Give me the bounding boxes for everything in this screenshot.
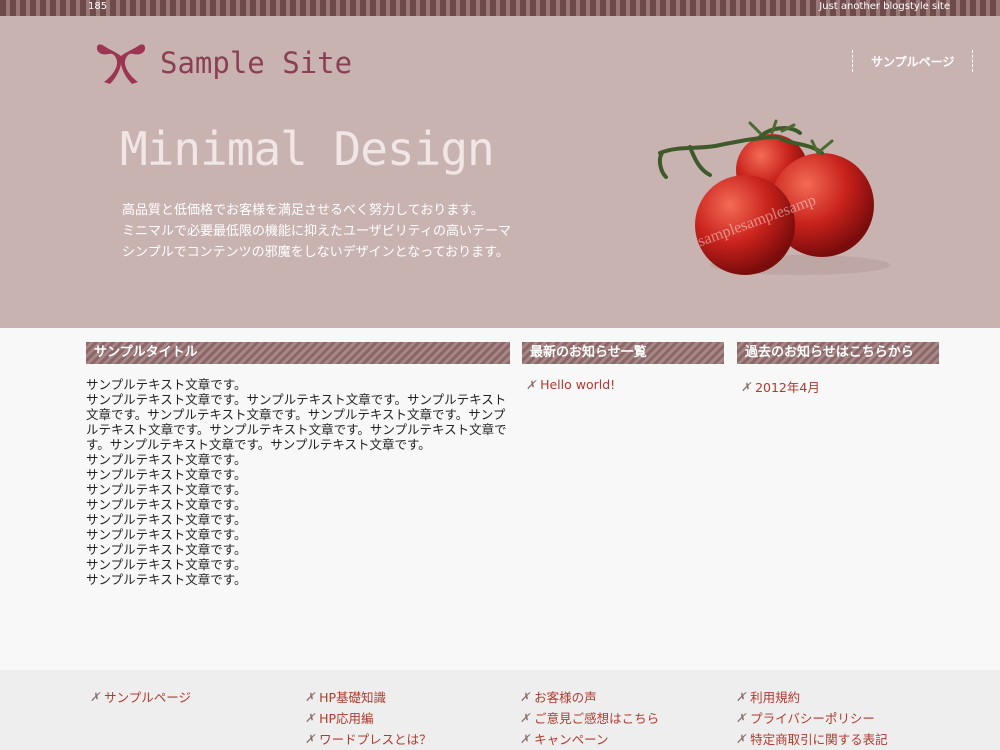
hero-line: ミニマルで必要最低限の機能に抑えたユーザビリティの高いテーマ xyxy=(122,224,511,239)
site-title: Sample Site xyxy=(160,46,353,80)
ribbon-x-icon: ✗ xyxy=(520,710,531,725)
ribbon-x-icon xyxy=(96,44,146,84)
main-body: サンプルテキスト文章です。 サンプルテキスト文章です。サンプルテキスト文章です。… xyxy=(86,377,510,587)
hero-title: Minimal Design xyxy=(120,122,495,176)
hero-text: 高品質と低価格でお客様を満足させるべく努力しております。 ミニマルで必要最低限の… xyxy=(122,200,511,263)
footer-link-label: プライバシーポリシー xyxy=(750,711,875,726)
top-bar-left-text: 185 xyxy=(88,1,108,12)
footer-link-label: HP応用編 xyxy=(319,711,374,726)
ribbon-x-icon: ✗ xyxy=(741,379,752,394)
footer-column-3: ✗ お客様の声 ✗ ご意見ご感想はこちら ✗ キャンペーン xyxy=(520,686,659,749)
paragraph: サンプルテキスト文章です。 xyxy=(86,452,247,467)
footer-link[interactable]: ✗ ワードプレスとは？ xyxy=(305,728,432,749)
archive-link-label: 2012年4月 xyxy=(755,380,820,395)
header-zigzag-edge xyxy=(0,316,1000,328)
hero-line: 高品質と低価格でお客様を満足させるべく努力しております。 xyxy=(122,203,484,218)
paragraph: サンプルテキスト文章です。 xyxy=(86,512,247,527)
footer-link-label: お客様の声 xyxy=(534,690,597,705)
footer-link-label: 特定商取引に関する表記 xyxy=(750,732,888,747)
archive-heading: 過去のお知らせはこちらから xyxy=(737,342,939,364)
paragraph: サンプルテキスト文章です。 xyxy=(86,467,247,482)
footer-link[interactable]: ✗ お客様の声 xyxy=(520,686,659,707)
ribbon-x-icon: ✗ xyxy=(305,731,316,746)
footer-link-label: ご意見ご感想はこちら xyxy=(534,711,660,726)
footer-link[interactable]: ✗ 特定商取引に関する表記 xyxy=(736,728,888,749)
ribbon-x-icon: ✗ xyxy=(736,731,747,746)
paragraph: サンプルテキスト文章です。 xyxy=(86,572,247,587)
footer-column-2: ✗ HP基礎知識 ✗ HP応用編 ✗ ワードプレスとは？ xyxy=(305,686,432,749)
footer-link[interactable]: ✗ キャンペーン xyxy=(520,728,659,749)
ribbon-x-icon: ✗ xyxy=(305,689,316,704)
global-nav: サンプルページ xyxy=(852,50,974,72)
site-logo[interactable]: Sample Site xyxy=(94,38,352,88)
footer-link[interactable]: ✗ プライバシーポリシー xyxy=(736,707,888,728)
archive-link-2012-04[interactable]: ✗ 2012年4月 xyxy=(741,377,820,396)
paragraph: サンプルテキスト文章です。 xyxy=(86,527,247,542)
news-link-label: Hello world! xyxy=(540,377,616,392)
paragraph: サンプルテキスト文章です。 xyxy=(86,377,247,392)
ribbon-x-icon: ✗ xyxy=(90,689,101,704)
paragraph: サンプルテキスト文章です。 xyxy=(86,482,247,497)
footer-link-label: ワードプレスとは？ xyxy=(319,732,432,747)
news-link-hello-world[interactable]: ✗ Hello world! xyxy=(526,377,615,392)
footer-link-label: サンプルページ xyxy=(104,690,191,705)
ribbon-x-icon: ✗ xyxy=(736,710,747,725)
paragraph: サンプルテキスト文章です。 xyxy=(86,497,247,512)
main-section-heading: サンプルタイトル xyxy=(86,342,510,364)
footer-link[interactable]: ✗ 利用規約 xyxy=(736,686,888,707)
tagline: Just another blogstyle site xyxy=(819,1,950,12)
footer-column-4: ✗ 利用規約 ✗ プライバシーポリシー ✗ 特定商取引に関する表記 xyxy=(736,686,888,749)
hero-line: シンプルでコンテンツの邪魔をしないデザインとなっております。 xyxy=(122,245,509,260)
footer-link-label: HP基礎知識 xyxy=(319,690,386,705)
footer-link[interactable]: ✗ HP基礎知識 xyxy=(305,686,432,707)
footer-link[interactable]: ✗ ご意見ご感想はこちら xyxy=(520,707,659,728)
ribbon-x-icon: ✗ xyxy=(305,710,316,725)
footer-column-1: ✗ サンプルページ xyxy=(90,686,191,707)
footer-link-label: 利用規約 xyxy=(750,690,801,705)
ribbon-x-icon: ✗ xyxy=(520,689,531,704)
footer-link[interactable]: ✗ サンプルページ xyxy=(90,686,191,707)
paragraph: サンプルテキスト文章です。 xyxy=(86,557,247,572)
ribbon-x-icon: ✗ xyxy=(526,377,537,392)
news-heading: 最新のお知らせ一覧 xyxy=(522,342,724,364)
nav-item-sample-page[interactable]: サンプルページ xyxy=(871,53,954,70)
top-bar: 185 Just another blogstyle site xyxy=(0,0,1000,16)
tomato-image: samplesamplesamp xyxy=(657,119,890,275)
footer-link[interactable]: ✗ HP応用編 xyxy=(305,707,432,728)
paragraph: サンプルテキスト文章です。サンプルテキスト文章です。サンプルテキスト文章です。サ… xyxy=(86,392,507,452)
footer-link-label: キャンペーン xyxy=(534,732,609,747)
paragraph: サンプルテキスト文章です。 xyxy=(86,542,247,557)
ribbon-x-icon: ✗ xyxy=(520,731,531,746)
ribbon-x-icon: ✗ xyxy=(736,689,747,704)
